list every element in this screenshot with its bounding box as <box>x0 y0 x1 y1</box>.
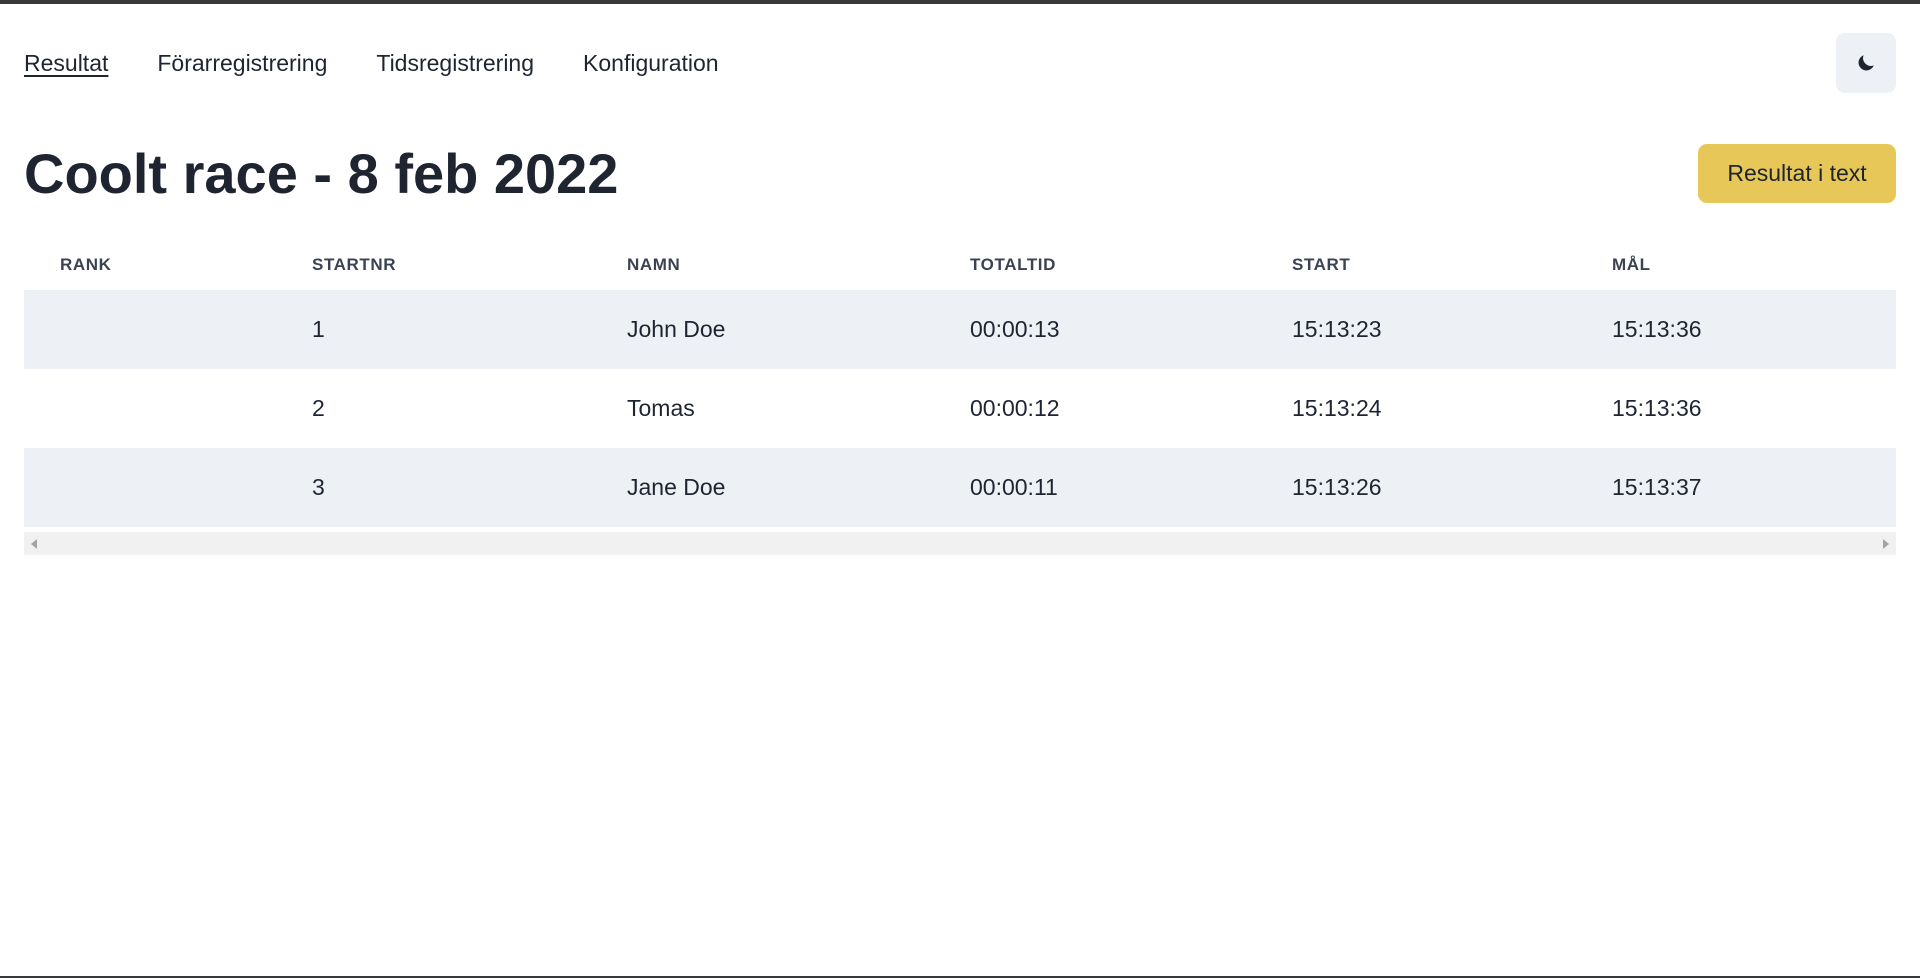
cell-totaltid: 00:00:11 <box>970 448 1292 527</box>
cell-namn: John Doe <box>627 290 970 369</box>
moon-icon <box>1858 55 1874 71</box>
table-row: 1 John Doe 00:00:13 15:13:23 15:13:36 <box>24 290 1896 369</box>
column-header-startnr[interactable]: STARTNR <box>312 240 627 290</box>
scroll-right-arrow-icon[interactable] <box>1883 539 1889 549</box>
cell-startnr: 3 <box>312 448 627 527</box>
column-header-namn[interactable]: NAMN <box>627 240 970 290</box>
table-row: 2 Tomas 00:00:12 15:13:24 15:13:36 <box>24 369 1896 448</box>
cell-totaltid: 00:00:13 <box>970 290 1292 369</box>
cell-startnr: 2 <box>312 369 627 448</box>
column-header-rank[interactable]: RANK <box>24 240 312 290</box>
table-row: 3 Jane Doe 00:00:11 15:13:26 15:13:37 <box>24 448 1896 527</box>
column-header-totaltid[interactable]: TOTALTID <box>970 240 1292 290</box>
cell-rank <box>24 448 312 527</box>
cell-totaltid: 00:00:12 <box>970 369 1292 448</box>
cell-namn: Tomas <box>627 369 970 448</box>
column-header-mal[interactable]: MÅL <box>1612 240 1896 290</box>
nav-item-konfiguration[interactable]: Konfiguration <box>583 48 719 78</box>
scroll-left-arrow-icon[interactable] <box>31 539 37 549</box>
cell-start: 15:13:26 <box>1292 448 1612 527</box>
cell-namn: Jane Doe <box>627 448 970 527</box>
cell-mal: 15:13:37 <box>1612 448 1896 527</box>
horizontal-scrollbar[interactable] <box>24 532 1896 555</box>
cell-startnr: 1 <box>312 290 627 369</box>
cell-start: 15:13:24 <box>1292 369 1612 448</box>
page-title: Coolt race - 8 feb 2022 <box>24 142 619 205</box>
results-table-container: RANK STARTNR NAMN TOTALTID START MÅL 1 J… <box>24 240 1896 555</box>
cell-rank <box>24 369 312 448</box>
cell-start: 15:13:23 <box>1292 290 1612 369</box>
main-nav: Resultat Förarregistrering Tidsregistrer… <box>24 48 719 78</box>
theme-toggle-button[interactable] <box>1836 33 1896 93</box>
app-page: Resultat Förarregistrering Tidsregistrer… <box>0 0 1920 978</box>
nav-item-tidsregistrering[interactable]: Tidsregistrering <box>376 48 534 78</box>
text-results-button[interactable]: Resultat i text <box>1698 144 1896 203</box>
cell-mal: 15:13:36 <box>1612 290 1896 369</box>
results-table: RANK STARTNR NAMN TOTALTID START MÅL 1 J… <box>24 240 1896 527</box>
nav-item-resultat[interactable]: Resultat <box>24 48 108 78</box>
cell-rank <box>24 290 312 369</box>
cell-mal: 15:13:36 <box>1612 369 1896 448</box>
column-header-start[interactable]: START <box>1292 240 1612 290</box>
nav-item-forarregistrering[interactable]: Förarregistrering <box>157 48 327 78</box>
results-table-header: RANK STARTNR NAMN TOTALTID START MÅL <box>24 240 1896 290</box>
